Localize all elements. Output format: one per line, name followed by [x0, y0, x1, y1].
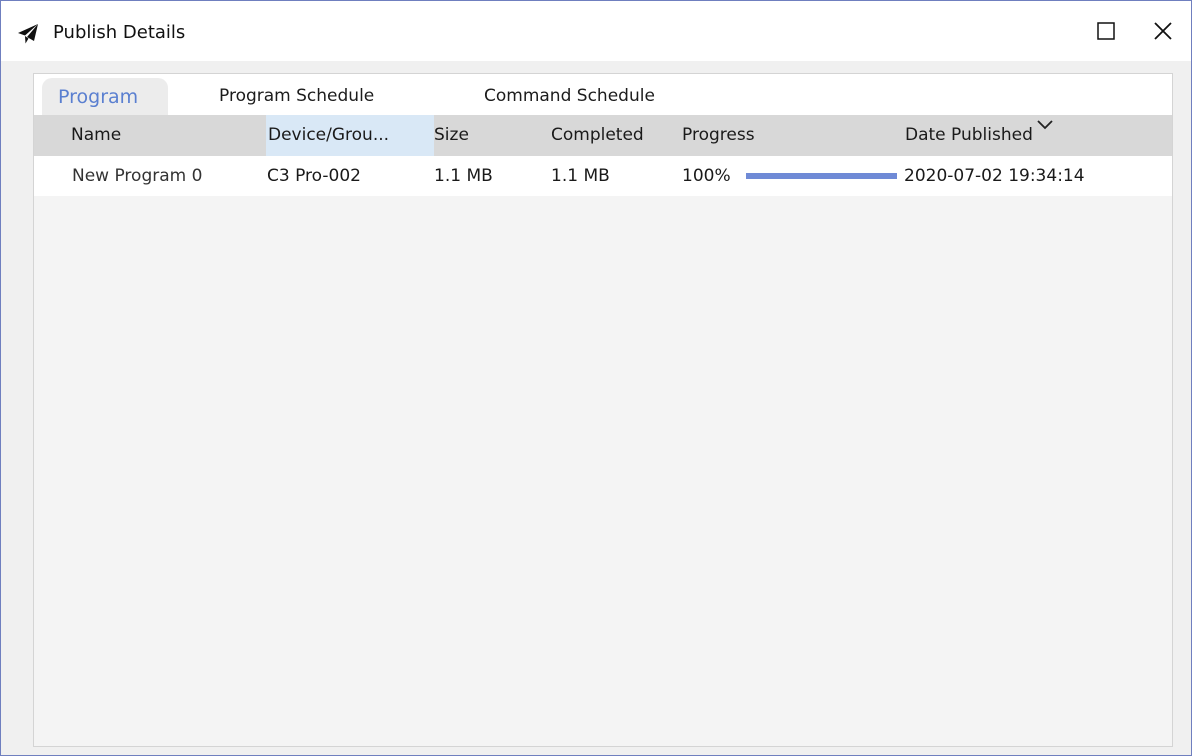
tab-command-schedule[interactable]: Command Schedule	[484, 74, 655, 115]
column-header-date-published[interactable]: Date Published	[905, 115, 1033, 156]
progress-bar-fill	[746, 173, 897, 179]
row-date-published: 2020-07-02 19:34:14	[904, 166, 1085, 186]
tab-program[interactable]: Program	[42, 78, 168, 115]
column-header-progress[interactable]: Progress	[682, 115, 755, 156]
window-title: Publish Details	[53, 22, 186, 43]
column-header-size[interactable]: Size	[434, 115, 469, 156]
maximize-icon	[1097, 22, 1115, 44]
row-completed: 1.1 MB	[551, 166, 610, 186]
title-bar[interactable]: Publish Details	[1, 1, 1191, 61]
row-device: C3 Pro-002	[267, 166, 361, 186]
close-icon	[1154, 22, 1172, 44]
chevron-down-icon	[1036, 116, 1054, 130]
publish-details-window: Publish Details Program Program Schedule…	[0, 0, 1192, 756]
close-button[interactable]	[1141, 13, 1185, 53]
row-progress-text: 100%	[682, 166, 731, 186]
column-header-device-group[interactable]: Device/Grou...	[266, 115, 434, 156]
column-header-completed[interactable]: Completed	[551, 115, 644, 156]
maximize-button[interactable]	[1084, 13, 1128, 53]
tab-program-schedule[interactable]: Program Schedule	[219, 74, 374, 115]
paper-plane-icon	[17, 23, 39, 45]
table-row[interactable]: New Program 0 C3 Pro-002 1.1 MB 1.1 MB 1…	[34, 156, 1172, 196]
publish-details-panel: Program Program Schedule Command Schedul…	[33, 73, 1173, 747]
row-name: New Program 0	[72, 166, 203, 186]
row-size: 1.1 MB	[434, 166, 493, 186]
progress-bar	[746, 173, 897, 179]
table-header: Name Device/Grou... Size Completed Progr…	[34, 115, 1172, 156]
tab-bar: Program Program Schedule Command Schedul…	[34, 74, 1172, 115]
column-header-name[interactable]: Name	[71, 115, 121, 156]
